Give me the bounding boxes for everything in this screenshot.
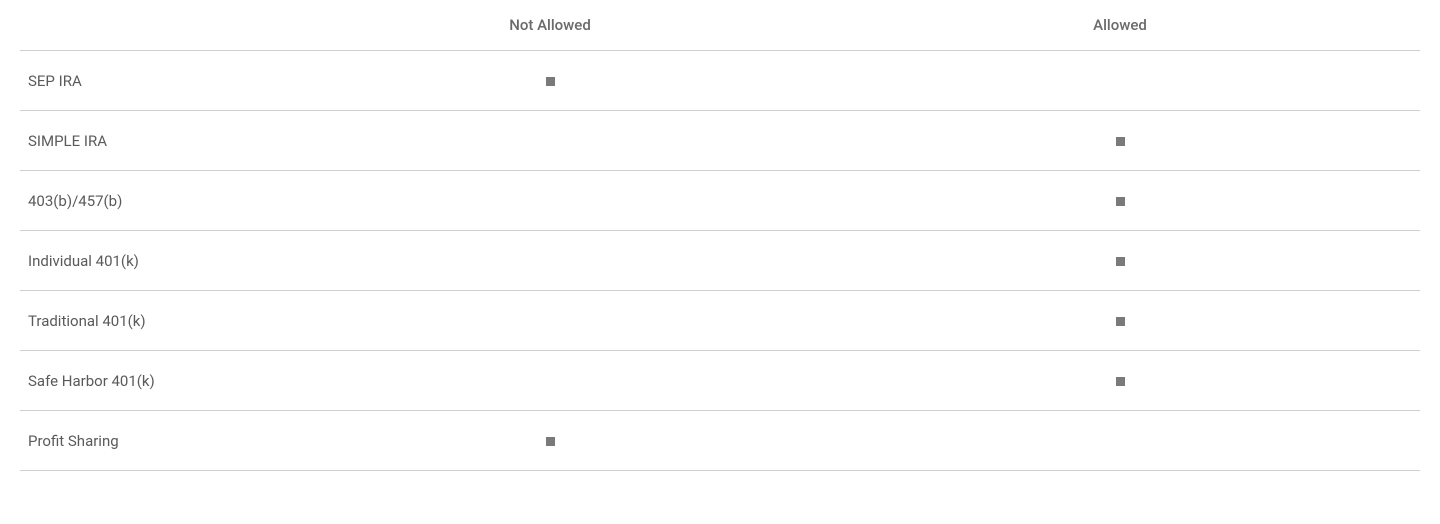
marker-icon: [1116, 317, 1125, 326]
plan-permissions-table: Not Allowed Allowed SEP IRA SIMPLE IRA 403…: [20, 0, 1420, 471]
cell-not-allowed: [280, 431, 820, 450]
row-label: 403(b)/457(b): [20, 192, 280, 210]
row-label: Individual 401(k): [20, 252, 280, 270]
marker-icon: [546, 437, 555, 446]
table-row: Individual 401(k): [20, 230, 1420, 290]
marker-icon: [1116, 377, 1125, 386]
row-label: Profit Sharing: [20, 432, 280, 450]
header-allowed: Allowed: [820, 16, 1420, 34]
marker-icon: [546, 77, 555, 86]
marker-icon: [1116, 257, 1125, 266]
table-header-row: Not Allowed Allowed: [20, 0, 1420, 50]
cell-allowed: [820, 191, 1420, 210]
cell-not-allowed: [280, 71, 820, 90]
table-row: SIMPLE IRA: [20, 110, 1420, 170]
header-not-allowed: Not Allowed: [280, 16, 820, 34]
marker-icon: [1116, 137, 1125, 146]
table-row: SEP IRA: [20, 50, 1420, 110]
row-label: SIMPLE IRA: [20, 132, 280, 150]
row-label: Traditional 401(k): [20, 312, 280, 330]
marker-icon: [1116, 197, 1125, 206]
cell-allowed: [820, 371, 1420, 390]
table-row: Safe Harbor 401(k): [20, 350, 1420, 410]
row-label: SEP IRA: [20, 72, 280, 90]
cell-allowed: [820, 311, 1420, 330]
cell-allowed: [820, 131, 1420, 150]
cell-allowed: [820, 251, 1420, 270]
table-row: Traditional 401(k): [20, 290, 1420, 350]
table-row: Profit Sharing: [20, 410, 1420, 471]
table-body: SEP IRA SIMPLE IRA 403(b)/457(b) Individual…: [20, 50, 1420, 471]
table-row: 403(b)/457(b): [20, 170, 1420, 230]
row-label: Safe Harbor 401(k): [20, 372, 280, 390]
